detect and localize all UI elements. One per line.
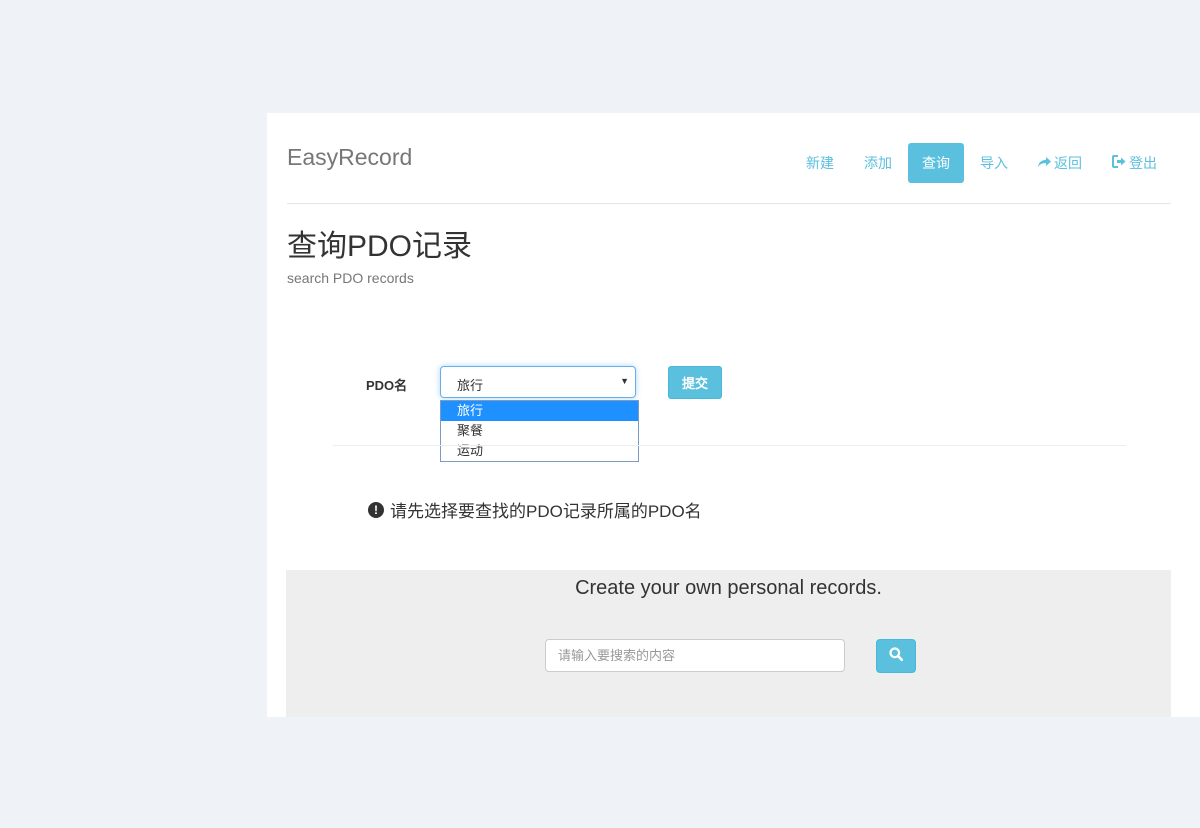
log-out-icon [1112, 155, 1126, 171]
jumbotron-title: Create your own personal records. [575, 577, 882, 599]
jumbotron: Create your own personal records. [286, 570, 1171, 717]
nav-item-label: 返回 [1054, 155, 1082, 171]
hint-message: ! 请先选择要查找的PDO记录所属的PDO名 [368, 497, 702, 522]
page-title: 查询PDO记录 [287, 230, 473, 263]
dropdown-option-sport[interactable]: 运动 [441, 441, 638, 461]
select-current-value: 旅行 [457, 378, 484, 393]
dropdown-option-dinner[interactable]: 聚餐 [441, 421, 638, 441]
pdo-name-select[interactable]: 旅行 ▼ [440, 366, 636, 398]
nav-item-new[interactable]: 新建 [792, 143, 848, 183]
chevron-down-icon: ▼ [620, 376, 629, 386]
nav-item-back[interactable]: 返回 [1024, 143, 1096, 183]
nav-item-import[interactable]: 导入 [966, 143, 1022, 183]
share-arrow-icon [1038, 156, 1051, 171]
nav-item-label: 导入 [980, 155, 1008, 171]
nav-item-label: 添加 [864, 155, 892, 171]
pdo-name-label: PDO名 [366, 378, 408, 393]
search-icon [889, 646, 904, 666]
form-divider [333, 445, 1126, 446]
submit-button[interactable]: 提交 [668, 366, 722, 399]
hint-text: 请先选择要查找的PDO记录所属的PDO名 [390, 502, 702, 521]
nav-item-label: 新建 [806, 155, 834, 171]
nav-item-logout[interactable]: 登出 [1098, 143, 1171, 183]
nav-item-label: 登出 [1129, 155, 1157, 171]
nav-item-add[interactable]: 添加 [850, 143, 906, 183]
exclamation-circle-icon: ! [368, 501, 384, 518]
pdo-name-dropdown: 旅行 聚餐 运动 [440, 400, 639, 462]
dropdown-option-travel[interactable]: 旅行 [441, 401, 638, 421]
search-button[interactable] [876, 639, 916, 673]
brand-logo[interactable]: EasyRecord [287, 144, 412, 171]
main-panel: EasyRecord 新建 添加 查询 导入 返回 登出 查询PDO记录 sea… [267, 113, 1200, 717]
header-divider [287, 203, 1171, 204]
page-subtitle: search PDO records [287, 270, 414, 286]
nav-item-label: 查询 [922, 155, 950, 171]
search-input[interactable] [545, 639, 845, 672]
top-nav: 新建 添加 查询 导入 返回 登出 [790, 143, 1171, 183]
nav-item-query[interactable]: 查询 [908, 143, 964, 183]
